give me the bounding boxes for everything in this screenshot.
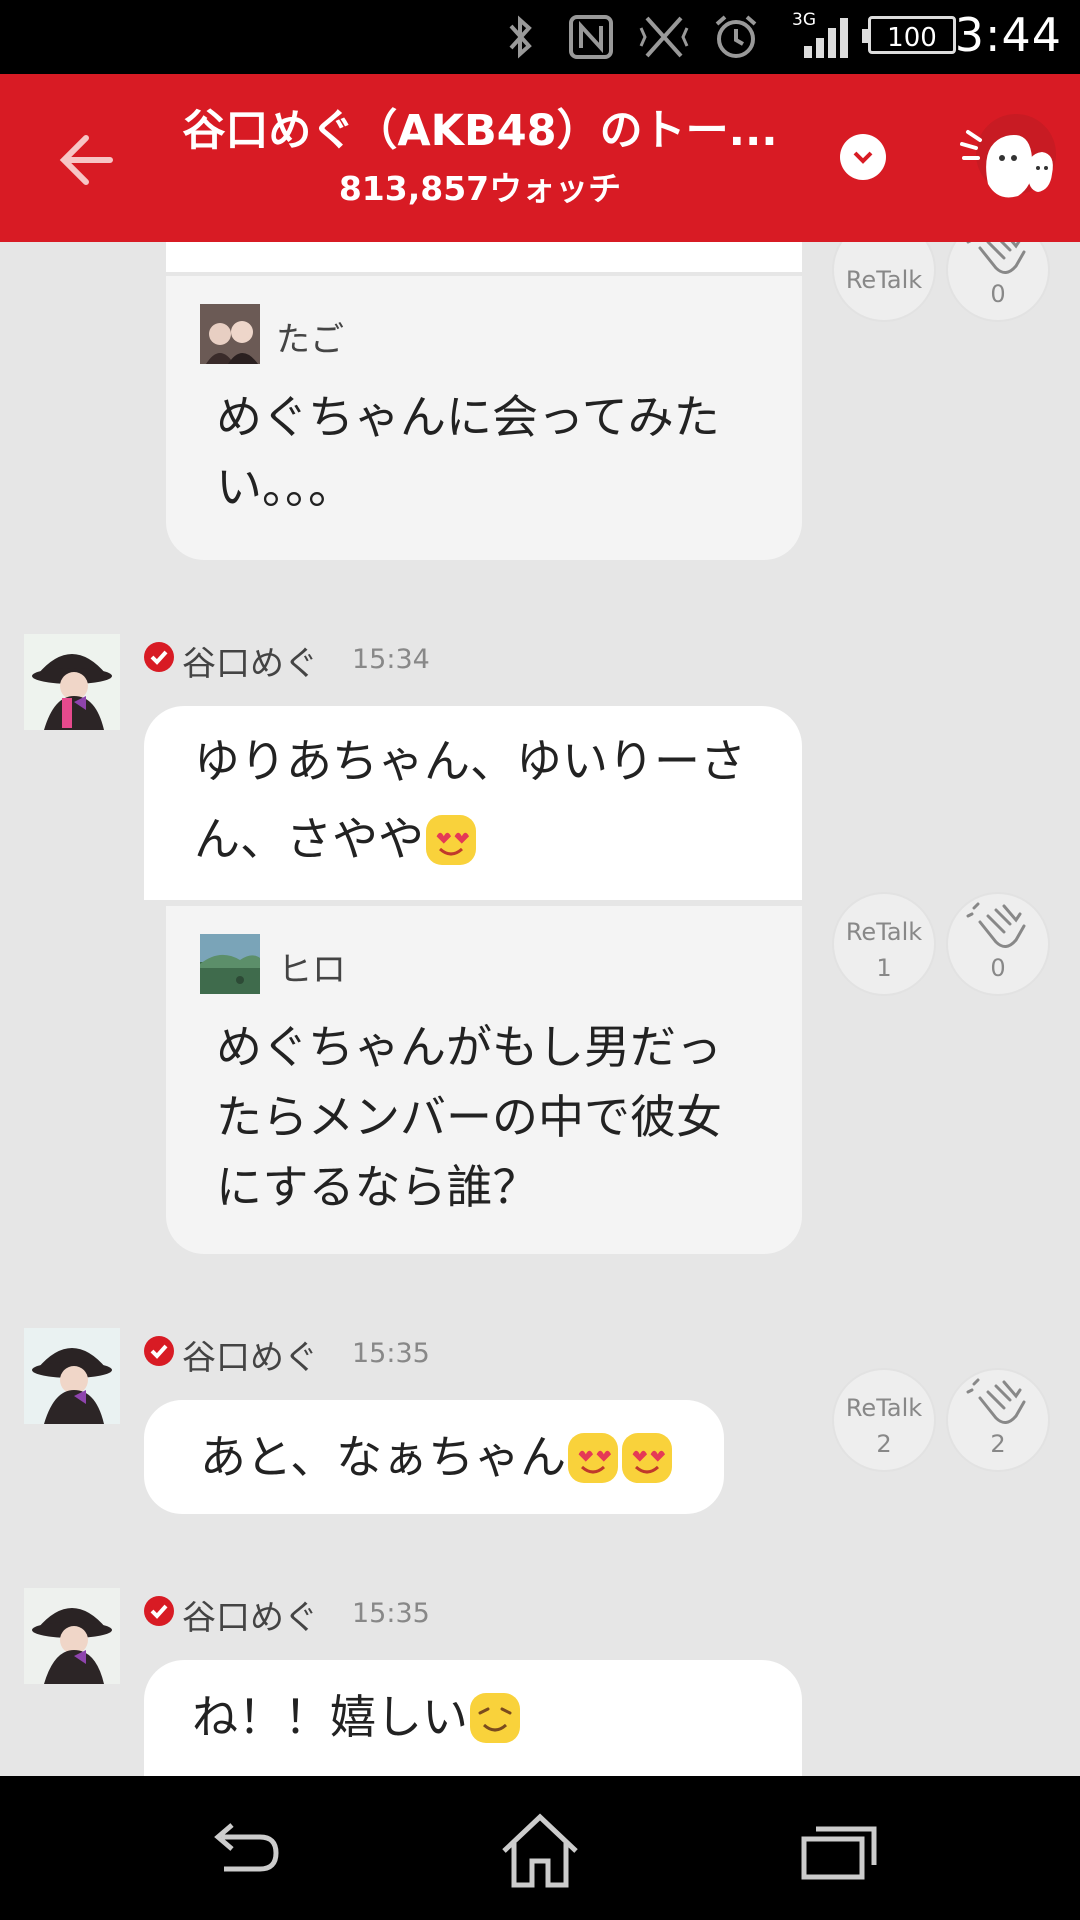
- home-icon[interactable]: [490, 1806, 590, 1896]
- sender-name: 谷口めぐ: [182, 1598, 318, 1638]
- sender-name: 谷口めぐ: [182, 644, 318, 684]
- reply-card[interactable]: ヒロ めぐちゃんがもし男だっ たらメンバーの中で彼女 にするなら誰？: [166, 906, 802, 1254]
- timestamp: 15:34: [352, 644, 430, 675]
- nfc-icon: [566, 12, 616, 62]
- heart-eyes-emoji-icon: [568, 1433, 619, 1483]
- grinning-emoji-icon: [470, 1693, 520, 1743]
- heart-eyes-emoji-icon: [622, 1433, 673, 1483]
- reply-text: めぐちゃんに会ってみた い。。。: [216, 390, 720, 514]
- retalk-button[interactable]: ReTalk: [832, 242, 936, 322]
- status-bar: 3G 100 3:44: [0, 0, 1080, 74]
- page-title: 谷口めぐ（AKB48）のトー...: [182, 106, 778, 156]
- signal-icon: 3G: [792, 10, 854, 62]
- timestamp: 15:35: [352, 1598, 430, 1629]
- retalk-button[interactable]: ReTalk 1: [832, 892, 936, 996]
- chat-timeline[interactable]: たご めぐちゃんに会ってみた い。。。 ReTalk 0 谷口めぐ 15:34 …: [0, 242, 1080, 1776]
- avatar: [200, 934, 260, 994]
- reply-author: ヒロ: [278, 950, 346, 990]
- message-bubble: あと、なぁちゃん: [144, 1400, 724, 1514]
- clock: 3:44: [954, 8, 1062, 62]
- message-bubble: [166, 242, 802, 272]
- message-bubble: ね！！嬉しい: [144, 1660, 802, 1776]
- reply-author: たご: [276, 320, 344, 360]
- message-text: あと、なぁちゃん: [200, 1418, 720, 1496]
- sender-name: 谷口めぐ: [182, 1338, 318, 1378]
- app-header: 谷口めぐ（AKB48）のトー... 813,857ウォッチ: [0, 74, 1080, 242]
- reply-text: めぐちゃんがもし男だっ たらメンバーの中で彼女 にするなら誰？: [216, 1020, 722, 1214]
- retalk-button[interactable]: ReTalk 2: [832, 1368, 936, 1472]
- heart-eyes-emoji-icon: [426, 815, 476, 865]
- verified-icon: [144, 1336, 174, 1366]
- timestamp: 15:35: [352, 1338, 430, 1369]
- avatar: [24, 634, 120, 730]
- verified-icon: [144, 642, 174, 672]
- avatar: [24, 1328, 120, 1424]
- bluetooth-icon: [500, 12, 540, 62]
- message-text: ゆりあちゃん、ゆいりーさ ん、さやや: [194, 734, 746, 866]
- recent-apps-icon[interactable]: [790, 1806, 890, 1896]
- message-bubble: ゆりあちゃん、ゆいりーさ ん、さやや: [144, 706, 802, 900]
- vibrate-off-icon: [636, 12, 692, 62]
- clap-button[interactable]: 0: [946, 242, 1050, 322]
- verified-icon: [144, 1596, 174, 1626]
- clap-icon: [966, 902, 1026, 948]
- clap-button[interactable]: 0: [946, 892, 1050, 996]
- alarm-icon: [710, 12, 762, 62]
- clap-icon: [966, 242, 1026, 274]
- back-arrow-icon[interactable]: [52, 124, 124, 196]
- message-text: ね！！嬉しい: [192, 1678, 792, 1756]
- mascot-icon[interactable]: [958, 114, 1058, 204]
- avatar: [24, 1588, 120, 1684]
- reply-card[interactable]: たご めぐちゃんに会ってみた い。。。: [166, 276, 802, 560]
- clap-button[interactable]: 2: [946, 1368, 1050, 1472]
- avatar: [200, 304, 260, 364]
- back-nav-icon[interactable]: [194, 1806, 294, 1896]
- clap-icon: [966, 1378, 1026, 1424]
- watch-count: 813,857ウォッチ: [338, 169, 622, 208]
- battery-icon: 100: [862, 16, 956, 54]
- navigation-bar: [0, 1776, 1080, 1920]
- chevron-down-icon[interactable]: [840, 134, 886, 180]
